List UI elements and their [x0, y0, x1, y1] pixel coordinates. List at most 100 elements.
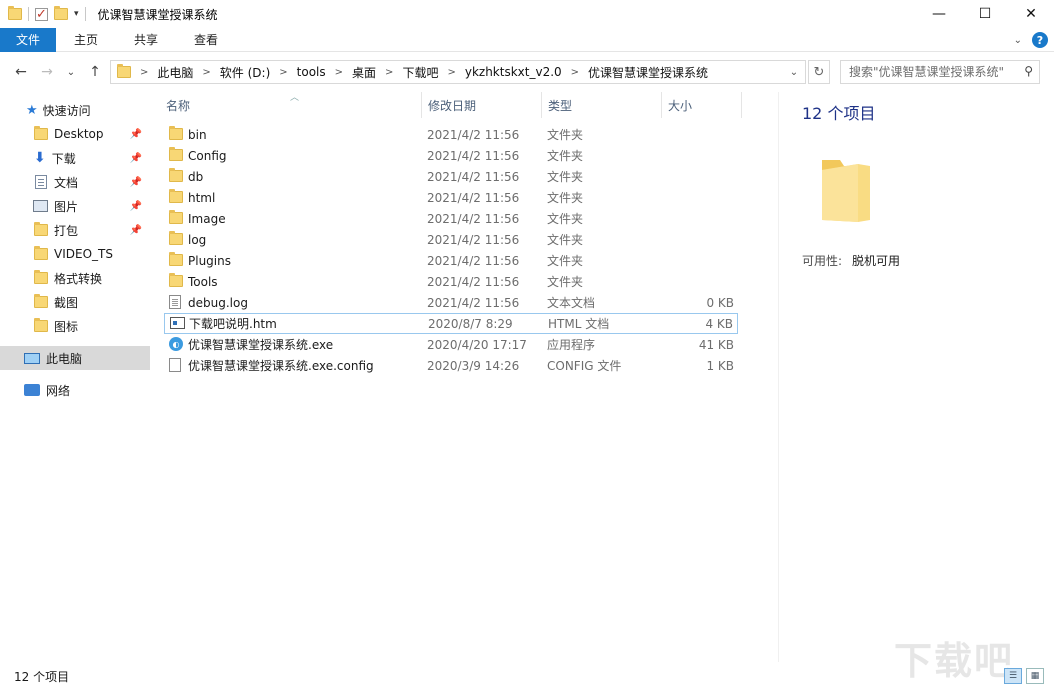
nav-item-desktop[interactable]: Desktop 📌: [0, 122, 150, 146]
back-button[interactable]: ←: [10, 61, 32, 83]
breadcrumb-desktop[interactable]: 桌面: [352, 64, 376, 81]
file-date: 2021/4/2 11:56: [427, 211, 520, 226]
nav-this-pc[interactable]: 此电脑: [0, 346, 150, 370]
log-file-icon: [169, 295, 181, 309]
tab-share[interactable]: 共享: [116, 28, 176, 52]
breadcrumb-drive-d[interactable]: 软件 (D:): [220, 64, 270, 81]
column-size[interactable]: 大小: [662, 92, 742, 118]
chevron-right-icon[interactable]: >: [385, 67, 393, 78]
forward-button[interactable]: →: [36, 61, 58, 83]
file-name: db: [188, 169, 204, 184]
tab-home[interactable]: 主页: [56, 28, 116, 52]
ribbon-tabs: 文件 主页 共享 查看 ⌄ ?: [0, 27, 1054, 52]
breadcrumb-tools[interactable]: tools: [297, 65, 326, 79]
chevron-down-icon[interactable]: ⌄: [783, 61, 805, 83]
nav-item-icons[interactable]: 图标: [0, 314, 150, 338]
nav-item-pictures[interactable]: 图片 📌: [0, 194, 150, 218]
file-row[interactable]: log 2021/4/2 11:56 文件夹: [164, 229, 738, 250]
file-row[interactable]: Tools 2021/4/2 11:56 文件夹: [164, 271, 738, 292]
maximize-button[interactable]: ☐: [962, 0, 1008, 28]
nav-network[interactable]: 网络: [0, 378, 150, 402]
search-box[interactable]: ⚲: [840, 60, 1040, 84]
download-icon: ⬇: [34, 150, 46, 166]
file-name: debug.log: [188, 295, 248, 310]
pin-icon[interactable]: 📌: [130, 225, 142, 236]
folder-icon: [169, 126, 183, 140]
help-button[interactable]: ?: [1032, 32, 1048, 48]
file-row[interactable]: bin 2021/4/2 11:56 文件夹: [164, 124, 738, 145]
file-row[interactable]: Image 2021/4/2 11:56 文件夹: [164, 208, 738, 229]
network-icon: [24, 384, 40, 396]
breadcrumb-xiazaiba[interactable]: 下载吧: [402, 64, 438, 81]
large-icons-view-icon[interactable]: ▦: [1026, 668, 1044, 684]
file-type: 文件夹: [547, 170, 584, 184]
column-type[interactable]: 类型: [542, 92, 662, 118]
customize-toolbar-icon[interactable]: ▾: [74, 9, 79, 19]
file-date: 2021/4/2 11:56: [427, 148, 520, 163]
chevron-right-icon[interactable]: >: [140, 67, 148, 78]
nav-item-downloads[interactable]: ⬇ 下载 📌: [0, 146, 150, 170]
star-icon: ★: [26, 102, 38, 118]
nav-item-dabao[interactable]: 打包 📌: [0, 218, 150, 242]
computer-icon: [24, 352, 40, 364]
file-row[interactable]: ◐ 优课智慧课堂授课系统.exe 2020/4/20 17:17 应用程序 41…: [164, 334, 738, 355]
chevron-right-icon[interactable]: >: [279, 67, 287, 78]
file-row[interactable]: html 2021/4/2 11:56 文件夹: [164, 187, 738, 208]
search-input[interactable]: [849, 65, 1019, 79]
file-row[interactable]: Config 2021/4/2 11:56 文件夹: [164, 145, 738, 166]
file-type: HTML 文档: [548, 317, 610, 331]
nav-label: 截图: [54, 295, 79, 310]
separator: [84, 7, 86, 21]
nav-item-format-convert[interactable]: 格式转换: [0, 266, 150, 290]
chevron-right-icon[interactable]: >: [571, 67, 579, 78]
tab-view[interactable]: 查看: [176, 28, 236, 52]
nav-label: 文档: [54, 175, 79, 190]
exe-file-icon: ◐: [169, 337, 183, 351]
file-row[interactable]: 下载吧说明.htm 2020/8/7 8:29 HTML 文档 4 KB: [164, 313, 738, 334]
breadcrumb-current-folder[interactable]: 优课智慧课堂授课系统: [588, 64, 708, 81]
tab-file[interactable]: 文件: [0, 27, 57, 52]
pane-divider[interactable]: [778, 92, 779, 662]
nav-item-video-ts[interactable]: VIDEO_TS: [0, 242, 150, 266]
file-date: 2021/4/2 11:56: [427, 274, 520, 289]
file-row[interactable]: Plugins 2021/4/2 11:56 文件夹: [164, 250, 738, 271]
file-type: 文件夹: [547, 191, 584, 205]
address-bar[interactable]: > 此电脑 > 软件 (D:) > tools > 桌面 > 下载吧 > ykz…: [110, 60, 806, 84]
search-icon[interactable]: ⚲: [1024, 64, 1033, 78]
file-name: 优课智慧课堂授课系统.exe.config: [188, 359, 374, 373]
column-date-modified[interactable]: 修改日期: [422, 92, 542, 118]
new-folder-icon[interactable]: [54, 6, 68, 20]
refresh-button[interactable]: ↻: [808, 60, 830, 84]
ribbon-right: ⌄ ?: [1014, 28, 1048, 52]
nav-item-documents[interactable]: 文档 📌: [0, 170, 150, 194]
nav-label: VIDEO_TS: [54, 247, 113, 261]
chevron-right-icon[interactable]: >: [335, 67, 343, 78]
breadcrumb-ykzhktskxt[interactable]: ykzhktskxt_v2.0: [465, 65, 562, 79]
nav-quick-access[interactable]: ★ 快速访问: [0, 98, 150, 122]
file-type: CONFIG 文件: [547, 359, 622, 373]
pin-icon[interactable]: 📌: [130, 153, 142, 164]
breadcrumb-this-pc[interactable]: 此电脑: [157, 64, 193, 81]
properties-icon[interactable]: ✓: [35, 7, 48, 22]
chevron-right-icon[interactable]: >: [447, 67, 455, 78]
file-row[interactable]: debug.log 2021/4/2 11:56 文本文档 0 KB: [164, 292, 738, 313]
file-name: 下载吧说明.htm: [189, 317, 277, 331]
file-row[interactable]: db 2021/4/2 11:56 文件夹: [164, 166, 738, 187]
pin-icon[interactable]: 📌: [130, 201, 142, 212]
column-name[interactable]: 名称: [160, 92, 422, 118]
pin-icon[interactable]: 📌: [130, 129, 142, 140]
close-button[interactable]: ✕: [1008, 0, 1054, 28]
file-name: Tools: [188, 274, 218, 289]
pin-icon[interactable]: 📌: [130, 177, 142, 188]
recent-locations-button[interactable]: ⌄: [60, 61, 82, 83]
expand-ribbon-icon[interactable]: ⌄: [1014, 35, 1022, 46]
up-button[interactable]: ↑: [84, 61, 106, 83]
details-view-icon[interactable]: ☰: [1004, 668, 1022, 684]
column-header: ︿ 名称 修改日期 类型 大小: [160, 92, 760, 118]
folder-icon: [34, 222, 48, 236]
file-row[interactable]: 优课智慧课堂授课系统.exe.config 2020/3/9 14:26 CON…: [164, 355, 738, 376]
minimize-button[interactable]: —: [916, 0, 962, 28]
chevron-right-icon[interactable]: >: [202, 67, 210, 78]
nav-item-screenshots[interactable]: 截图: [0, 290, 150, 314]
document-icon: [35, 175, 47, 189]
